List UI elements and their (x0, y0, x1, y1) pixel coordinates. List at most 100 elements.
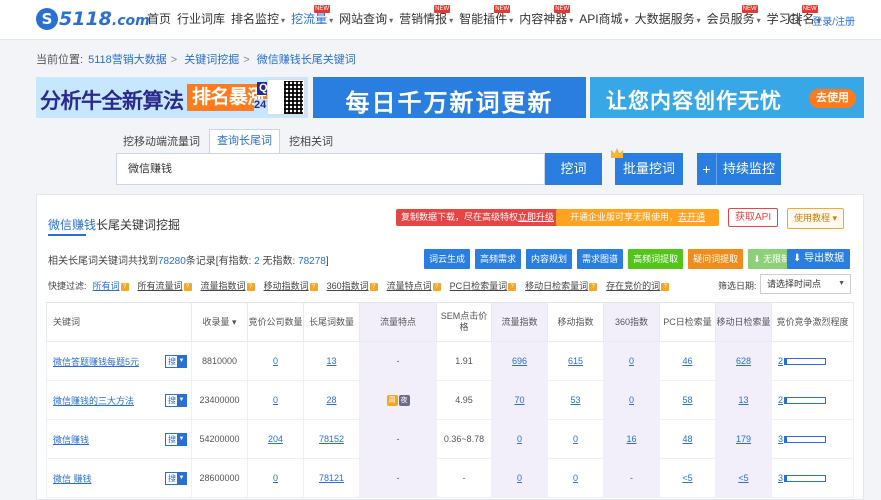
value-link[interactable]: 70 (514, 395, 524, 405)
cell-pc-daily: 58 (659, 380, 716, 420)
filter-item[interactable]: 360指数词? (327, 279, 378, 292)
search-engine-select[interactable]: 搜 ▼ (165, 472, 187, 485)
action-button[interactable]: 高频词提取 (628, 249, 684, 269)
nav-item[interactable]: 会员服务 ▾ NEW (704, 0, 764, 40)
value-link[interactable]: 53 (570, 395, 580, 405)
search-engine-select[interactable]: 搜 ▼ (165, 355, 187, 368)
value-link[interactable]: 615 (568, 356, 583, 366)
competition-value[interactable]: 2 (778, 356, 783, 366)
keyword-link[interactable]: 微信赚钱 (53, 435, 89, 445)
value-text: 4.95 (455, 395, 473, 405)
monitor-button[interactable]: + 持续监控 (697, 153, 781, 185)
competition-value[interactable]: 3 (778, 434, 783, 444)
nav-item[interactable]: 营销情报 ▾ NEW (396, 0, 456, 40)
banner-content[interactable]: 让您内容创作无忧 去使用 (590, 77, 864, 118)
filter-item[interactable]: 流量特点词? (387, 279, 441, 292)
batch-search-button[interactable]: 批量挖词 (611, 148, 683, 185)
value-link[interactable]: 0 (517, 473, 522, 483)
tab-longtail[interactable]: 查询长尾词 (209, 129, 280, 153)
caret-down-icon: ▾ (281, 16, 286, 25)
value-link[interactable]: 696 (512, 356, 527, 366)
action-button[interactable]: 内容规划 (526, 249, 573, 269)
value-link[interactable]: 628 (736, 356, 751, 366)
date-select[interactable]: 请选择时间点 ▼ (760, 274, 851, 294)
value-link[interactable]: 0 (273, 473, 278, 483)
nav-item[interactable]: API商城 ▾ (576, 0, 631, 40)
cell-sem-price: 0.36~8.78 (436, 419, 492, 459)
cell-traffic-feature: 周夜 (359, 380, 437, 420)
competition-value[interactable]: 2 (778, 395, 783, 405)
search-button[interactable]: 挖词 (545, 153, 602, 185)
action-button[interactable]: 高频需求 (475, 249, 522, 269)
enterprise-notice[interactable]: 开通企业版可享无限使用，去开通 (556, 209, 720, 226)
value-link[interactable]: 0 (629, 395, 634, 405)
keyword-link[interactable]: 微信赚钱的三大方法 (53, 396, 134, 406)
keyword-link[interactable]: 微信 赚钱 (53, 474, 92, 484)
filter-item[interactable]: 移动日检索量词? (525, 279, 598, 292)
banner-algorithm[interactable]: 分析牛全新算法 排名暴涨 QQ: 247683 (36, 77, 308, 118)
action-button[interactable]: 词云生成 (424, 249, 471, 269)
breadcrumb-home[interactable]: 5118营销大数据 (88, 54, 167, 66)
value-link[interactable]: 13 (326, 356, 336, 366)
cell-pc-daily: 48 (659, 419, 716, 459)
filter-item[interactable]: 所有流量词? (138, 279, 192, 292)
nav-item[interactable]: 网站查询 ▾ (336, 0, 396, 40)
tutorial-button[interactable]: 使用教程 ▾ (787, 208, 845, 229)
value-link[interactable]: 204 (268, 434, 283, 444)
keyword-link[interactable]: 微信答题赚钱每题5元 (53, 357, 139, 367)
upgrade-notice[interactable]: 复制数据下载，尽在高级特权立即升级 (396, 209, 560, 226)
value-link[interactable]: 46 (682, 356, 692, 366)
filter-item[interactable]: 所有词? (93, 279, 129, 292)
filter-item[interactable]: 存在竞价的词? (606, 279, 670, 292)
competition-value[interactable]: 3 (778, 473, 783, 483)
breadcrumb-current[interactable]: 微信赚钱长尾关键词 (257, 54, 356, 66)
value-link[interactable]: 0 (273, 356, 278, 366)
value-link[interactable]: 16 (626, 434, 636, 444)
tab-mobile-traffic[interactable]: 挖移动端流量词 (116, 131, 207, 153)
filter-item[interactable]: 流量指数词? (201, 279, 255, 292)
nav-item[interactable]: 行业词库 (174, 0, 228, 40)
date-select-value: 请选择时间点 (767, 279, 822, 289)
value-link[interactable]: 179 (736, 434, 751, 444)
enterprise-link[interactable]: 去开通 (678, 212, 705, 222)
value-link[interactable]: 28 (326, 395, 336, 405)
banner-use-button[interactable]: 去使用 (809, 89, 856, 108)
value-link[interactable]: 0 (573, 473, 578, 483)
breadcrumb-keyword-mining[interactable]: 关键词挖掘 (184, 54, 239, 66)
search-icon[interactable] (788, 13, 802, 27)
value-link[interactable]: 0 (273, 395, 278, 405)
banner-new-words[interactable]: 每日千万新词更新 (313, 77, 586, 118)
search-engine-select[interactable]: 搜 ▼ (165, 394, 187, 407)
search-input[interactable]: 微信赚钱 (116, 153, 545, 185)
action-button[interactable]: 需求图谱 (577, 249, 624, 269)
nav-item[interactable]: 排名监控 ▾ (228, 0, 288, 40)
value-link[interactable]: 0 (573, 434, 578, 444)
nav-item[interactable]: 首页 (144, 0, 174, 40)
get-api-button[interactable]: 获取API (728, 208, 779, 227)
filter-item[interactable]: PC日检索量词? (450, 279, 517, 292)
nav-item[interactable]: 挖流量 ▾ NEW (288, 0, 336, 40)
banner-new-words-text: 每日千万新词更新 (345, 89, 554, 117)
value-link[interactable]: 58 (682, 395, 692, 405)
banner-algorithm-text: 分析牛全新算法 (40, 89, 184, 113)
search-engine-select[interactable]: 搜 ▼ (165, 433, 187, 446)
login-link[interactable]: 登录/注册 (812, 13, 855, 28)
action-button[interactable]: 疑问词提取 (688, 249, 744, 269)
logo[interactable]: S 5118.com (36, 8, 150, 30)
value-link[interactable]: 13 (738, 395, 748, 405)
value-link[interactable]: 0 (517, 434, 522, 444)
nav-item[interactable]: 大数据服务 ▾ (632, 0, 704, 40)
value-link[interactable]: 0 (629, 356, 634, 366)
filter-item[interactable]: 移动指数词? (264, 279, 318, 292)
nav-item[interactable]: 内容神器 ▾ NEW (516, 0, 576, 40)
value-link[interactable]: <5 (682, 473, 692, 483)
value-link[interactable]: <5 (738, 473, 748, 483)
column-header[interactable]: 收录量 ▾ (191, 302, 248, 342)
value-link[interactable]: 78121 (319, 473, 344, 483)
export-data-button[interactable]: ⬇ 导出数据 (787, 249, 851, 269)
value-link[interactable]: 78152 (319, 434, 344, 444)
value-link[interactable]: 48 (682, 434, 692, 444)
tab-related[interactable]: 挖相关词 (282, 131, 340, 153)
upgrade-link[interactable]: 立即升级 (518, 212, 554, 222)
nav-item[interactable]: 智能插件 ▾ NEW (456, 0, 516, 40)
